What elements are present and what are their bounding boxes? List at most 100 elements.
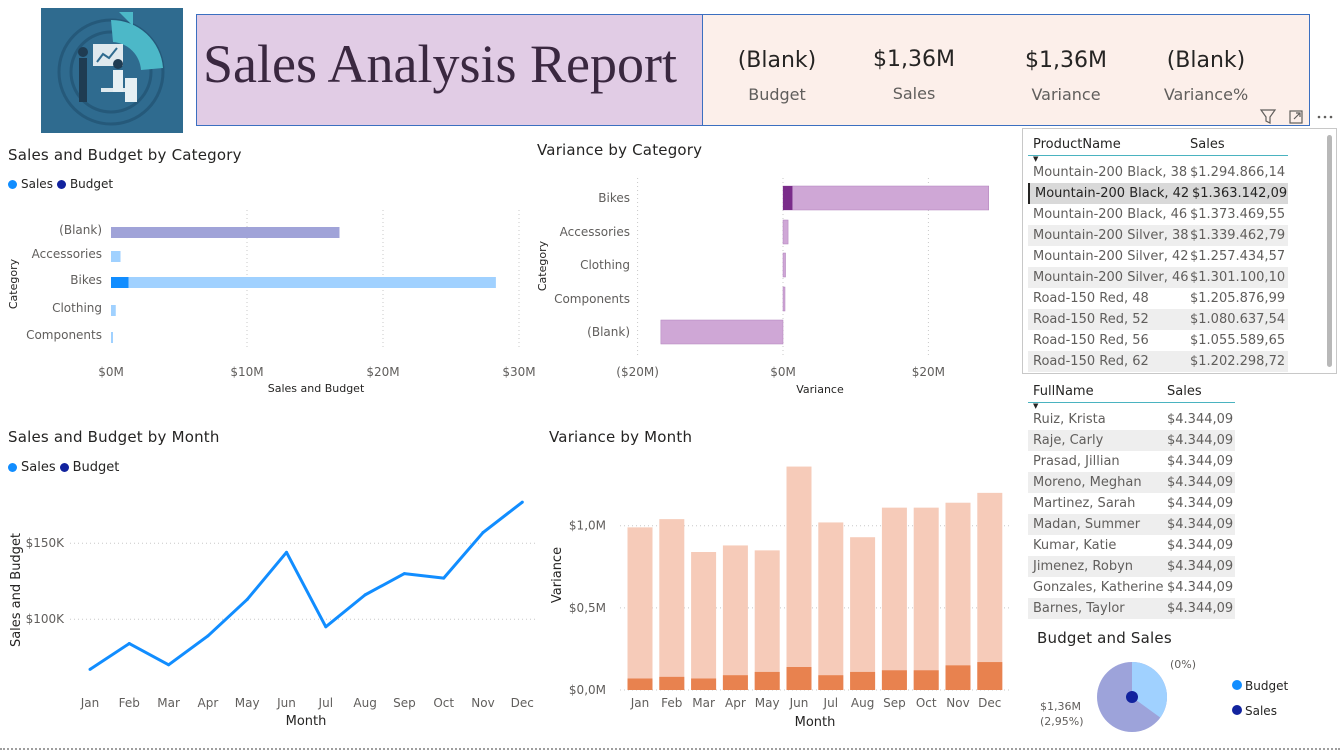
table-row[interactable]: Mountain-200 Black, 46 $1.373.469,55 — [1028, 204, 1288, 225]
legend-sales-label: Sales — [1245, 704, 1277, 718]
x-tick-label: Jan — [630, 696, 650, 710]
table-row[interactable]: Road-150 Red, 48 $1.205.876,99 — [1028, 288, 1288, 309]
y-tick-label: Bikes — [70, 273, 102, 287]
name-cell: Gonzales, Katherine — [1033, 580, 1164, 595]
report-title-box: Sales Analysis Report — [196, 14, 703, 126]
bar-variance-highlight — [627, 678, 653, 690]
chart-title-sales-budget-month: Sales and Budget by Month — [8, 428, 220, 446]
pie-center-marker — [1126, 691, 1138, 703]
table-row[interactable]: Mountain-200 Black, 38 $1.294.866,14 — [1028, 162, 1288, 183]
table-row[interactable]: Barnes, Taylor $4.344,09 — [1028, 598, 1235, 619]
sales-point — [167, 663, 171, 667]
name-cell: Prasad, Jillian — [1033, 454, 1120, 469]
y-tick-label: $100K — [26, 612, 66, 626]
bar-variance — [913, 507, 939, 690]
customer-sales-table[interactable]: FullName Sales ▼ Ruiz, Krista $4.344,09 Raje,… — [1028, 380, 1235, 619]
table-row[interactable]: Gonzales, Katherine $4.344,09 — [1028, 577, 1235, 598]
sales-cell: $1.257.434,57 — [1190, 249, 1286, 264]
sales-budget-month-chart[interactable]: $100K $150K Jan Feb Mar Apr May Jun Jul Aug Sep Oct… — [0, 480, 540, 740]
table-row[interactable]: Road-150 Red, 52 $1.080.637,54 — [1028, 309, 1288, 330]
table-row[interactable]: Madan, Summer $4.344,09 — [1028, 514, 1235, 535]
table-row[interactable]: Kumar, Katie $4.344,09 — [1028, 535, 1235, 556]
table-header[interactable]: FullName Sales — [1028, 380, 1235, 403]
sales-cell: $4.344,09 — [1167, 496, 1234, 511]
sales-cell: $4.344,09 — [1167, 538, 1234, 553]
pie-label-zero: (0%) — [1170, 658, 1196, 671]
x-tick-label: Sep — [883, 696, 906, 710]
x-tick-label: Dec — [978, 696, 1001, 710]
variance-category-chart[interactable]: ($20M) $0M $20M Bikes Accessories Clothing Com… — [530, 170, 1010, 400]
variance-month-chart[interactable]: $0,0M $0,5M $1,0M Jan Feb Mar Apr May Jun Jul Aug S… — [540, 455, 1015, 740]
name-cell: Road-150 Red, 56 — [1033, 333, 1149, 348]
table-header[interactable]: ProductName Sales — [1028, 133, 1288, 156]
table-row[interactable]: Mountain-200 Silver, 38 $1.339.462,79 — [1028, 225, 1288, 246]
x-tick-label: Dec — [511, 696, 534, 710]
y-tick-label: Clothing — [580, 258, 630, 272]
budget-sales-pie-chart[interactable]: $1,36M (2,95%) (0%) Budget Sales — [1030, 650, 1330, 750]
x-tick-label: Jun — [276, 696, 296, 710]
bar-variance — [977, 492, 1003, 690]
legend-budget-label: Budget — [69, 177, 114, 191]
name-cell: Martinez, Sarah — [1033, 496, 1136, 511]
name-cell: Road-150 Red, 48 — [1033, 291, 1149, 306]
table-row[interactable]: Mountain-200 Silver, 46 $1.301.100,10 — [1028, 267, 1288, 288]
bar-budget — [111, 227, 340, 238]
table-row[interactable]: Mountain-200 Silver, 42 $1.257.434,57 — [1028, 246, 1288, 267]
y-tick-label: Components — [554, 292, 630, 306]
sales-point — [127, 642, 131, 646]
x-axis-title: Variance — [796, 383, 844, 396]
table-row[interactable]: Moreno, Meghan $4.344,09 — [1028, 472, 1235, 493]
product-sales-table[interactable]: ProductName Sales ▼ Mountain-200 Black, 38 $… — [1028, 133, 1288, 372]
legend-budget-label: Budget — [72, 460, 120, 475]
bar-variance-highlight — [786, 667, 812, 690]
y-tick-label: $150K — [26, 536, 66, 550]
kpi-variance-pct-value: (Blank) — [1166, 48, 1246, 73]
bar-variance-highlight — [850, 671, 876, 690]
bar-sales — [111, 305, 116, 316]
sales-cell: $4.344,09 — [1167, 517, 1234, 532]
sales-cell: $1.294.866,14 — [1190, 165, 1286, 180]
legend-budget-marker — [59, 463, 69, 472]
sales-budget-category-chart[interactable]: $0M $10M $20M $30M(Blank)AccessoriesBikesCl… — [0, 200, 535, 400]
bar-variance — [627, 527, 653, 690]
column-header[interactable]: FullName — [1028, 384, 1162, 399]
legend-sales-marker — [8, 179, 17, 189]
bar-variance-highlight — [783, 186, 793, 210]
x-tick-label: Jul — [823, 696, 838, 710]
bar-variance — [659, 519, 685, 690]
bar-variance — [881, 507, 907, 690]
column-header[interactable]: Sales — [1162, 384, 1235, 399]
name-cell: Moreno, Meghan — [1033, 475, 1142, 490]
legend-sales-budget-category[interactable]: Sales Budget — [8, 177, 113, 191]
table-row[interactable]: Ruiz, Krista $4.344,09 — [1028, 409, 1235, 430]
chart-title-variance-month: Variance by Month — [549, 428, 693, 446]
table-row[interactable]: Road-150 Red, 56 $1.055.589,65 — [1028, 330, 1288, 351]
bar-variance-highlight — [977, 662, 1003, 690]
x-tick-label: Aug — [353, 696, 376, 710]
column-header[interactable]: ProductName — [1028, 137, 1185, 152]
table-row[interactable]: Road-150 Red, 62 $1.202.298,72 — [1028, 351, 1288, 372]
table-row[interactable]: Raje, Carly $4.344,09 — [1028, 430, 1235, 451]
table-row[interactable]: Martinez, Sarah $4.344,09 — [1028, 493, 1235, 514]
focus-mode-icon[interactable] — [1289, 110, 1303, 124]
sales-point — [442, 576, 446, 580]
y-axis-title: Category — [7, 258, 20, 309]
legend-sales-budget-month[interactable]: Sales Budget — [8, 460, 119, 475]
bar-variance — [660, 319, 784, 345]
table-row[interactable]: Mountain-200 Black, 42 $1.363.142,09 — [1028, 183, 1288, 204]
table-scrollbar[interactable] — [1327, 135, 1332, 367]
more-options-icon[interactable] — [1317, 115, 1333, 119]
y-tick-label: Accessories — [32, 247, 102, 261]
y-tick-label: Accessories — [560, 225, 630, 239]
x-tick-label: Feb — [661, 696, 682, 710]
sales-cell: $1.205.876,99 — [1190, 291, 1286, 306]
table-row[interactable]: Prasad, Jillian $4.344,09 — [1028, 451, 1235, 472]
sales-point — [402, 572, 406, 576]
kpi-variance-label: Variance — [1031, 85, 1101, 104]
name-cell: Mountain-200 Black, 42 — [1035, 186, 1190, 201]
name-cell: Madan, Summer — [1033, 517, 1141, 532]
sales-point — [363, 593, 367, 597]
filter-icon[interactable] — [1259, 109, 1277, 124]
column-header[interactable]: Sales — [1185, 137, 1286, 152]
table-row[interactable]: Jimenez, Robyn $4.344,09 — [1028, 556, 1235, 577]
